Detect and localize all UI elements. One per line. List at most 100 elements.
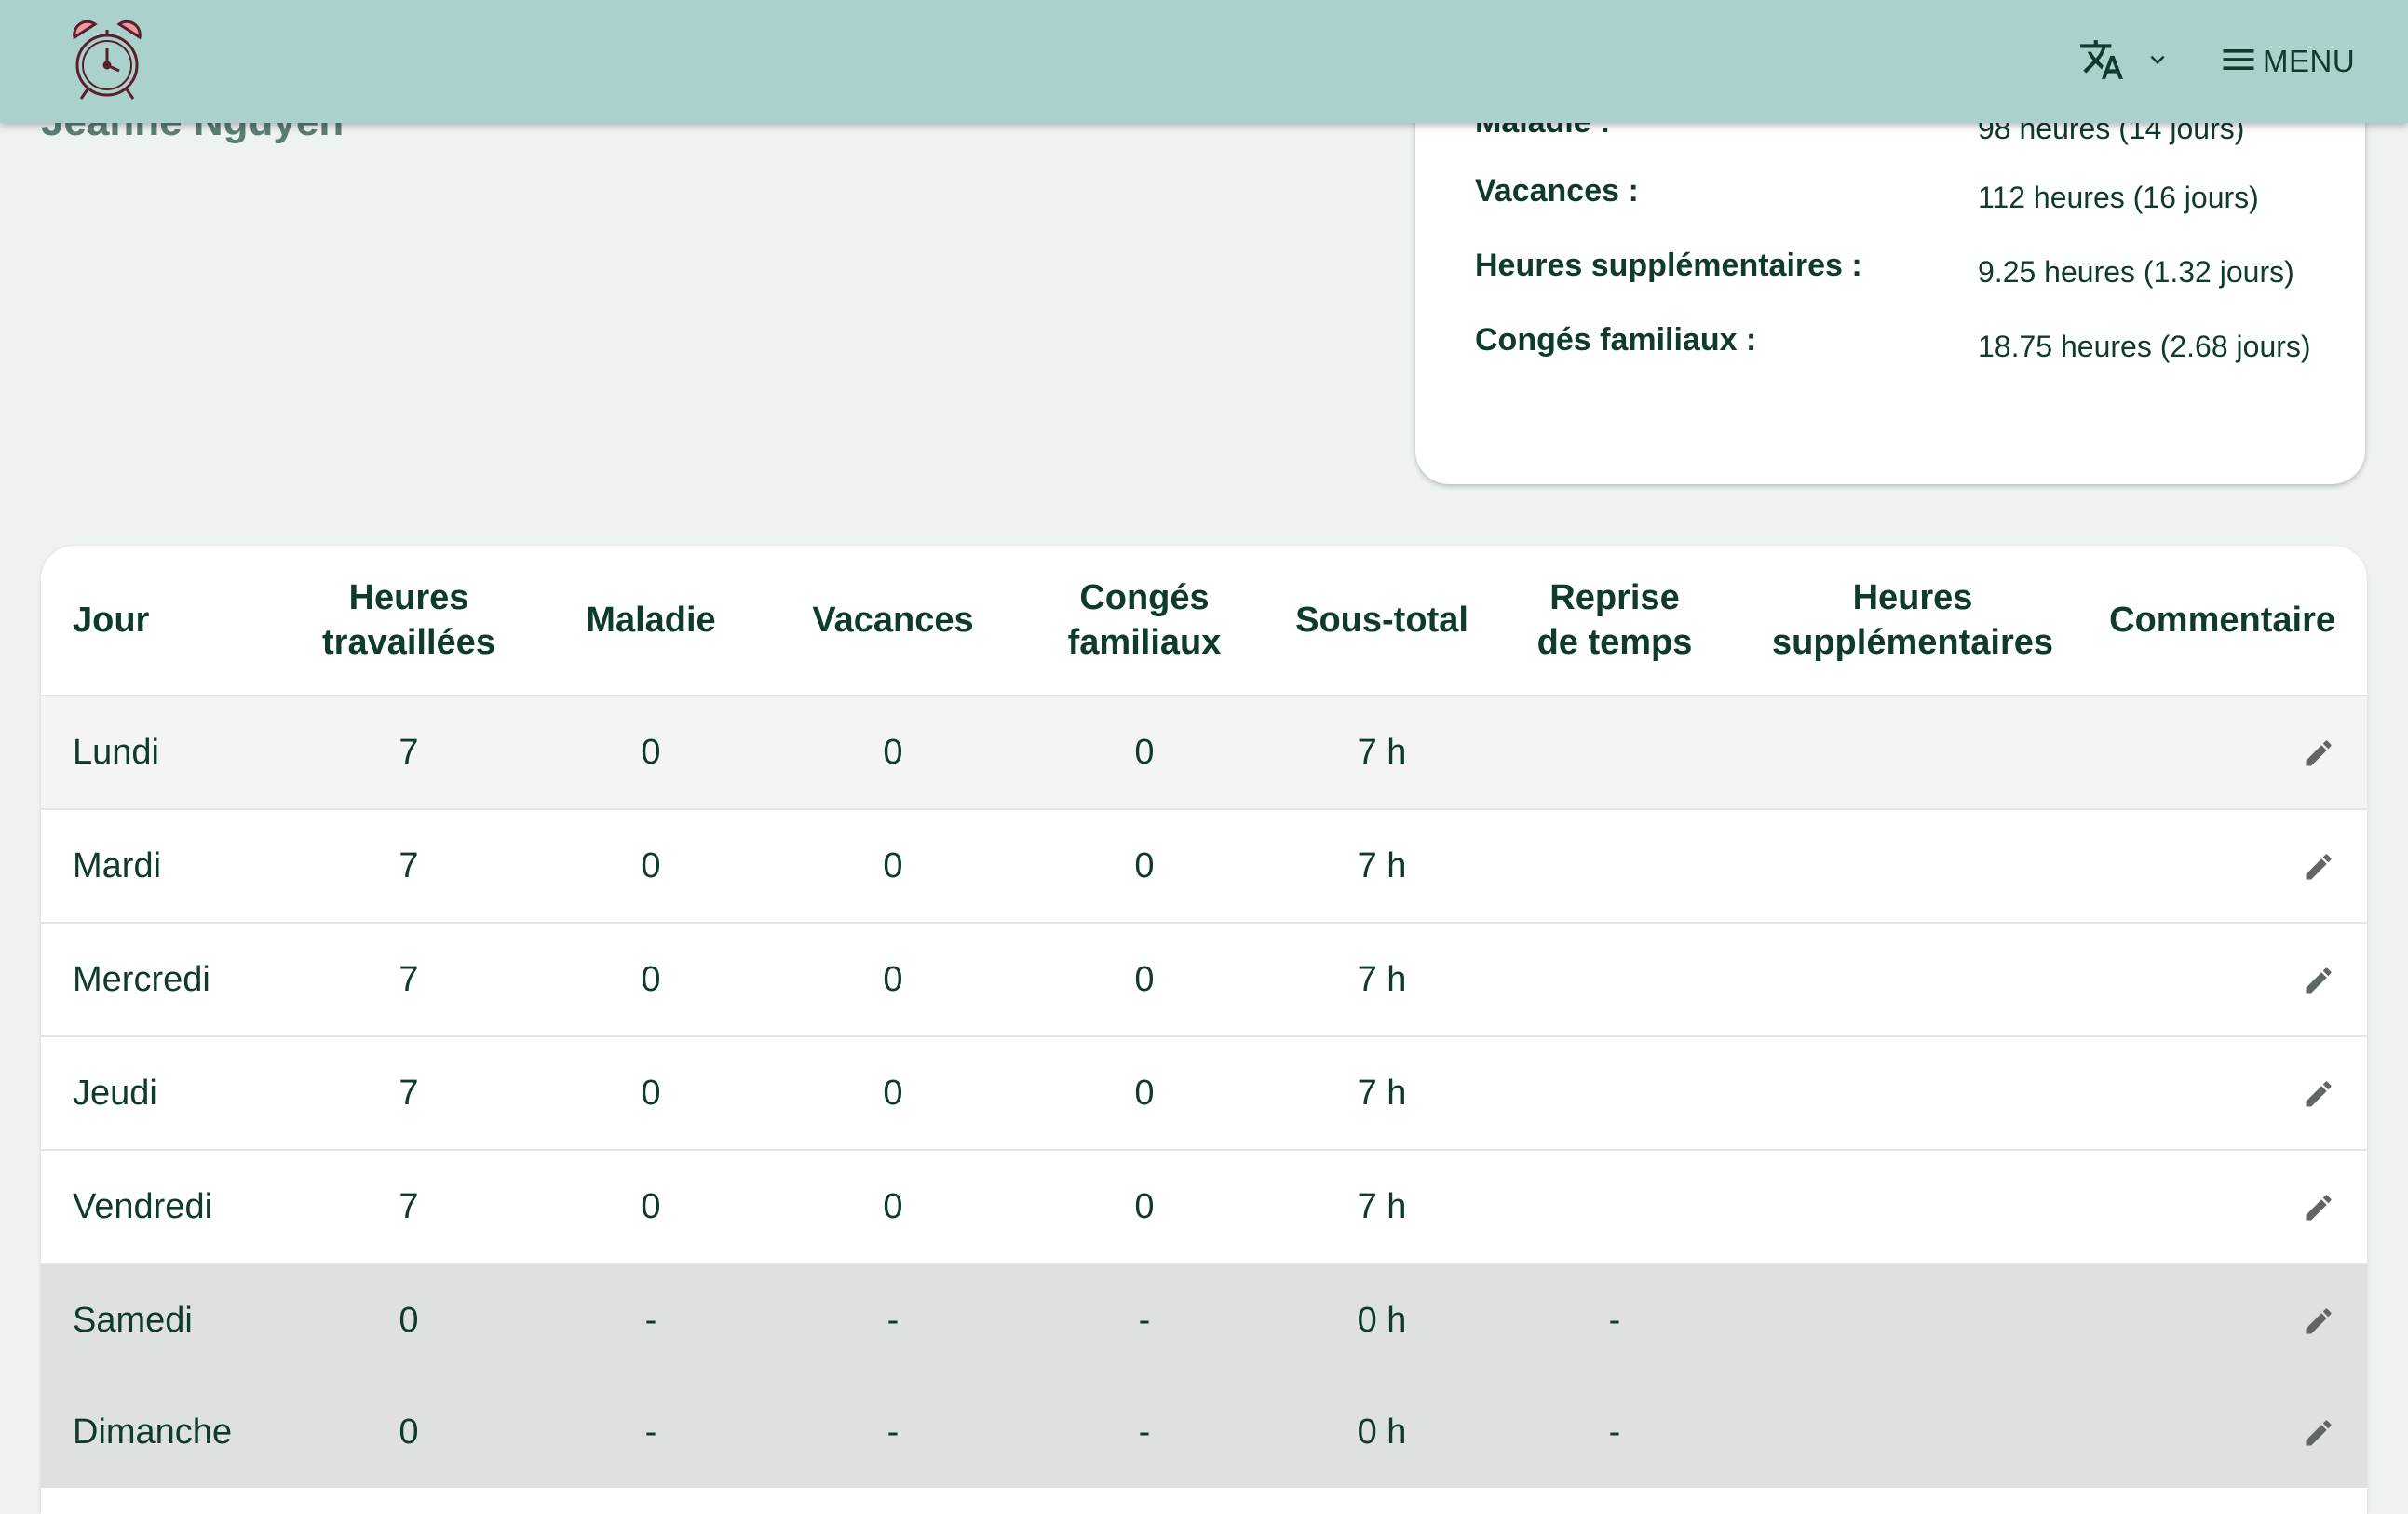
- column-header-subtotal: Sous-total: [1279, 546, 1484, 696]
- cell-time-off: -: [1484, 1264, 1745, 1376]
- cell-worked-hours: 7: [292, 809, 525, 924]
- column-header-day: Jour: [41, 546, 292, 696]
- cell-family-leave: -: [1009, 1264, 1279, 1376]
- summary-value: 9.25 heures (1.32 jours): [1978, 255, 2294, 289]
- cell-vacation: 0: [777, 809, 1009, 924]
- cell-comment: [2080, 1376, 2367, 1488]
- cell-day: Mercredi: [41, 923, 292, 1037]
- language-selector[interactable]: [2078, 35, 2181, 88]
- cell-overtime: [1745, 696, 2080, 810]
- summary-value: 112 heures (16 jours): [1978, 181, 2259, 214]
- cell-vacation: 0: [777, 923, 1009, 1037]
- cell-subtotal: 0 h: [1279, 1376, 1484, 1488]
- cell-sick: -: [525, 1376, 777, 1488]
- summary-label: Vacances :: [1475, 173, 1639, 209]
- cell-overtime: [1745, 1264, 2080, 1376]
- cell-day: Lundi: [41, 696, 292, 810]
- column-header-worked: Heures travaillées: [292, 546, 525, 696]
- cell-comment: [2080, 923, 2367, 1037]
- table-row: Lundi 7 0 0 0 7 h: [41, 696, 2367, 810]
- column-header-label: Congés familiaux: [1067, 578, 1222, 662]
- pencil-icon[interactable]: [2302, 1416, 2335, 1450]
- cell-day: Jeudi: [41, 1036, 292, 1151]
- cell-subtotal: 7 h: [1279, 923, 1484, 1037]
- summary-label: Heures supplémentaires :: [1475, 248, 1862, 283]
- column-header-comment: Commentaire: [2080, 546, 2367, 696]
- cell-sick: 0: [525, 1036, 777, 1151]
- pencil-icon[interactable]: [2302, 964, 2335, 997]
- cell-vacation: -: [777, 1264, 1009, 1376]
- cell-comment: [2080, 809, 2367, 924]
- table-row: Vendredi 7 0 0 0 7 h: [41, 1150, 2367, 1264]
- table-row: Mardi 7 0 0 0 7 h: [41, 809, 2367, 924]
- table-row: Jeudi 7 0 0 0 7 h: [41, 1036, 2367, 1151]
- hamburger-icon: [2218, 39, 2259, 85]
- menu-button[interactable]: MENU: [2218, 35, 2355, 88]
- cell-worked-hours: 7: [292, 1150, 525, 1264]
- chevron-down-icon: [2144, 46, 2171, 78]
- cell-vacation: 0: [777, 1036, 1009, 1151]
- cell-sick: -: [525, 1264, 777, 1376]
- top-app-bar: MENU: [0, 0, 2408, 123]
- column-header-label: Reprise de temps: [1536, 578, 1693, 662]
- cell-comment: [2080, 696, 2367, 810]
- translate-icon: [2078, 36, 2125, 88]
- cell-day: Vendredi: [41, 1150, 292, 1264]
- cell-time-off: [1484, 1150, 1745, 1264]
- column-header-family-leave: Congés familiaux: [1009, 546, 1279, 696]
- pencil-icon[interactable]: [2302, 1304, 2335, 1338]
- column-header-label: Heures travaillées: [322, 578, 495, 662]
- cell-overtime: [1745, 1150, 2080, 1264]
- cell-worked-hours: 7: [292, 923, 525, 1037]
- cell-sick: 0: [525, 696, 777, 810]
- cell-day: Samedi: [41, 1264, 292, 1376]
- cell-subtotal: 7 h: [1279, 809, 1484, 924]
- cell-worked-hours: 7: [292, 1036, 525, 1151]
- cell-day: Dimanche: [41, 1376, 292, 1488]
- cell-time-off: [1484, 696, 1745, 810]
- column-header-vacation: Vacances: [777, 546, 1009, 696]
- cell-vacation: 0: [777, 1150, 1009, 1264]
- timesheet-table: Jour Heures travaillées Maladie Vacances…: [41, 546, 2367, 1488]
- table-row: Dimanche 0 - - - 0 h -: [41, 1376, 2367, 1488]
- menu-label: MENU: [2263, 44, 2356, 78]
- pencil-icon[interactable]: [2302, 1191, 2335, 1224]
- cell-overtime: [1745, 923, 2080, 1037]
- cell-time-off: [1484, 809, 1745, 924]
- cell-subtotal: 7 h: [1279, 1036, 1484, 1151]
- cell-time-off: [1484, 1036, 1745, 1151]
- column-header-time-off: Reprise de temps: [1484, 546, 1745, 696]
- cell-time-off: -: [1484, 1376, 1745, 1488]
- cell-family-leave: 0: [1009, 923, 1279, 1037]
- pencil-icon[interactable]: [2302, 1077, 2335, 1111]
- summary-value: 18.75 heures (2.68 jours): [1978, 330, 2311, 363]
- cell-vacation: -: [777, 1376, 1009, 1488]
- column-header-overtime: Heures supplémentaires: [1745, 546, 2080, 696]
- cell-family-leave: 0: [1009, 696, 1279, 810]
- cell-sick: 0: [525, 809, 777, 924]
- column-header-label: Heures supplémentaires: [1772, 578, 2053, 662]
- alarm-clock-icon[interactable]: [67, 17, 147, 104]
- cell-worked-hours: 0: [292, 1376, 525, 1488]
- timesheet-table-card: Jour Heures travaillées Maladie Vacances…: [41, 546, 2367, 1514]
- cell-subtotal: 0 h: [1279, 1264, 1484, 1376]
- cell-comment: [2080, 1150, 2367, 1264]
- summary-label: Congés familiaux :: [1475, 322, 1757, 358]
- cell-family-leave: -: [1009, 1376, 1279, 1488]
- pencil-icon[interactable]: [2302, 737, 2335, 770]
- cell-worked-hours: 0: [292, 1264, 525, 1376]
- cell-sick: 0: [525, 923, 777, 1037]
- cell-overtime: [1745, 809, 2080, 924]
- pencil-icon[interactable]: [2302, 850, 2335, 884]
- cell-overtime: [1745, 1376, 2080, 1488]
- cell-subtotal: 7 h: [1279, 1150, 1484, 1264]
- cell-vacation: 0: [777, 696, 1009, 810]
- cell-worked-hours: 7: [292, 696, 525, 810]
- cell-day: Mardi: [41, 809, 292, 924]
- table-row: Samedi 0 - - - 0 h -: [41, 1264, 2367, 1376]
- cell-comment: [2080, 1036, 2367, 1151]
- cell-family-leave: 0: [1009, 1036, 1279, 1151]
- cell-sick: 0: [525, 1150, 777, 1264]
- table-header-row: Jour Heures travaillées Maladie Vacances…: [41, 546, 2367, 696]
- cell-family-leave: 0: [1009, 1150, 1279, 1264]
